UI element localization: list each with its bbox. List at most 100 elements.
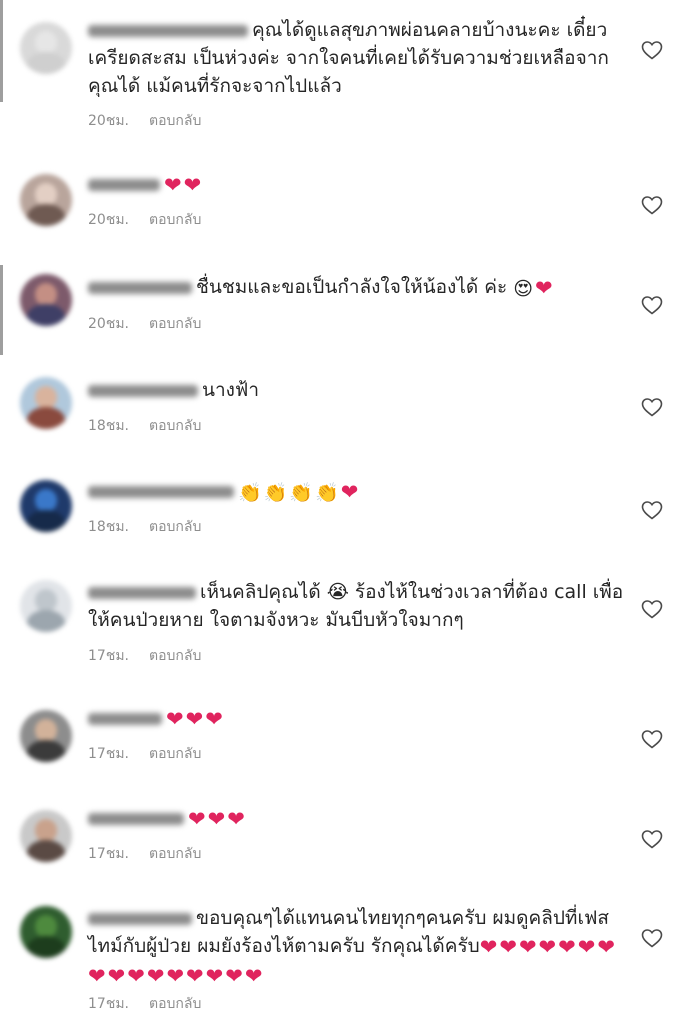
comment-meta: 17ชม. ตอบกลับ bbox=[88, 843, 201, 865]
reply-button[interactable]: ตอบกลับ bbox=[149, 418, 201, 434]
heart-emoji-icon: ❤ bbox=[127, 964, 145, 988]
reply-button[interactable]: ตอบกลับ bbox=[149, 746, 201, 762]
emoji-text: 😍❤ bbox=[513, 276, 554, 300]
heart-emoji-icon: ❤ bbox=[499, 935, 517, 959]
comment-time: 20ชม. bbox=[88, 113, 129, 129]
comment-body: นางฟ้า bbox=[88, 376, 633, 404]
heart-like-icon[interactable] bbox=[640, 395, 664, 419]
comment-body: ❤❤❤ bbox=[88, 804, 633, 833]
heart-emoji-icon: ❤ bbox=[205, 707, 223, 731]
heart-emoji-icon: ❤ bbox=[597, 935, 615, 959]
username-blurred[interactable] bbox=[88, 812, 184, 825]
comment-time: 18ชม. bbox=[88, 418, 129, 434]
comment-time: 17ชม. bbox=[88, 996, 129, 1012]
heart-like-icon[interactable] bbox=[640, 827, 664, 851]
comment-time: 20ชม. bbox=[88, 316, 129, 332]
heart-like-icon[interactable] bbox=[640, 926, 664, 950]
comment-time: 18ชม. bbox=[88, 519, 129, 535]
heart-emoji-icon: ❤ bbox=[518, 935, 537, 959]
emoji-icon: 👏 bbox=[263, 482, 288, 504]
comment-text: นางฟ้า bbox=[202, 379, 260, 401]
comment-list: คุณได้ดูแลสุขภาพผ่อนคลายบ้างนะคะ เดี๋ยวเ… bbox=[0, 0, 698, 1024]
avatar[interactable] bbox=[20, 580, 72, 632]
avatar[interactable] bbox=[20, 377, 72, 429]
reply-button[interactable]: ตอบกลับ bbox=[149, 648, 201, 664]
avatar[interactable] bbox=[20, 274, 72, 326]
comment-body: ชื่นชมและขอเป็นกำลังใจให้น้องได้ ค่ะ 😍❤ bbox=[88, 273, 633, 303]
heart-emoji-icon: ❤ bbox=[166, 964, 185, 988]
heart-like-icon[interactable] bbox=[640, 597, 664, 621]
username-blurred[interactable] bbox=[88, 485, 234, 498]
heart-like-icon[interactable] bbox=[640, 193, 664, 217]
reply-button[interactable]: ตอบกลับ bbox=[149, 113, 201, 129]
emoji-icon: 👏 bbox=[238, 482, 262, 504]
emoji-icon: 👏 bbox=[315, 482, 339, 504]
reply-button[interactable]: ตอบกลับ bbox=[149, 212, 201, 228]
username-blurred[interactable] bbox=[88, 24, 248, 37]
comment-body: เห็นคลิปคุณได้ 😭 ร้องไห้ในช่วงเวลาที่ต้อ… bbox=[88, 578, 633, 634]
comment-meta: 17ชม. ตอบกลับ bbox=[88, 993, 201, 1015]
avatar[interactable] bbox=[20, 22, 72, 74]
heart-emoji-icon: ❤ bbox=[205, 964, 224, 988]
username-blurred[interactable] bbox=[88, 586, 196, 599]
comment-meta: 18ชม. ตอบกลับ bbox=[88, 415, 201, 437]
heart-emoji-icon: ❤ bbox=[577, 935, 596, 959]
comment-meta: 20ชม. ตอบกลับ bbox=[88, 209, 201, 231]
avatar[interactable] bbox=[20, 710, 72, 762]
comment-time: 17ชม. bbox=[88, 846, 129, 862]
comment-time: 20ชม. bbox=[88, 212, 129, 228]
emoji-text: ❤❤❤ bbox=[166, 707, 225, 731]
emoji-icon: 👏 bbox=[289, 482, 314, 504]
comment-body: 👏 👏 👏 👏❤ bbox=[88, 477, 633, 507]
reply-button[interactable]: ตอบกลับ bbox=[149, 996, 201, 1012]
heart-emoji-icon: ❤ bbox=[558, 935, 576, 959]
comment-time: 17ชม. bbox=[88, 746, 129, 762]
heart-emoji-icon: ❤ bbox=[185, 707, 204, 731]
thread-indicator bbox=[0, 265, 3, 355]
reply-button[interactable]: ตอบกลับ bbox=[149, 316, 201, 332]
username-blurred[interactable] bbox=[88, 281, 192, 294]
comment-meta: 20ชม. ตอบกลับ bbox=[88, 110, 201, 132]
emoji-text: ❤❤❤ bbox=[188, 807, 247, 831]
comment-body: คุณได้ดูแลสุขภาพผ่อนคลายบ้างนะคะ เดี๋ยวเ… bbox=[88, 16, 633, 100]
username-blurred[interactable] bbox=[88, 912, 192, 925]
emoji-icon: 😍 bbox=[513, 278, 534, 300]
heart-emoji-icon: ❤ bbox=[538, 935, 557, 959]
reply-button[interactable]: ตอบกลับ bbox=[149, 846, 201, 862]
comment-meta: 17ชม. ตอบกลับ bbox=[88, 645, 201, 667]
heart-emoji-icon: ❤ bbox=[88, 964, 106, 988]
comment-time: 17ชม. bbox=[88, 648, 129, 664]
heart-emoji-icon: ❤ bbox=[186, 964, 204, 988]
username-blurred[interactable] bbox=[88, 178, 160, 191]
heart-like-icon[interactable] bbox=[640, 498, 664, 522]
avatar[interactable] bbox=[20, 480, 72, 532]
heart-emoji-icon: ❤ bbox=[535, 276, 553, 300]
comment-text: ชื่นชมและขอเป็นกำลังใจให้น้องได้ ค่ะ bbox=[196, 276, 508, 298]
avatar[interactable] bbox=[20, 810, 72, 862]
heart-like-icon[interactable] bbox=[640, 38, 664, 62]
username-blurred[interactable] bbox=[88, 384, 198, 397]
heart-emoji-icon: ❤ bbox=[207, 807, 226, 831]
heart-emoji-icon: ❤ bbox=[225, 964, 243, 988]
reply-button[interactable]: ตอบกลับ bbox=[149, 519, 201, 535]
heart-like-icon[interactable] bbox=[640, 293, 664, 317]
avatar[interactable] bbox=[20, 174, 72, 226]
heart-emoji-icon: ❤ bbox=[146, 964, 165, 988]
heart-emoji-icon: ❤ bbox=[164, 173, 182, 197]
thread-indicator bbox=[0, 0, 3, 102]
heart-like-icon[interactable] bbox=[640, 727, 664, 751]
heart-emoji-icon: ❤ bbox=[107, 964, 126, 988]
avatar[interactable] bbox=[20, 906, 72, 958]
comment-meta: 20ชม. ตอบกลับ bbox=[88, 313, 201, 335]
heart-emoji-icon: ❤ bbox=[244, 964, 263, 988]
heart-emoji-icon: ❤ bbox=[183, 173, 202, 197]
heart-emoji-icon: ❤ bbox=[188, 807, 206, 831]
heart-emoji-icon: ❤ bbox=[479, 935, 498, 959]
comment-body: ❤❤❤ bbox=[88, 704, 633, 733]
comment-body: ❤❤ bbox=[88, 170, 633, 199]
emoji-text: 👏 👏 👏 👏❤ bbox=[238, 480, 360, 504]
heart-emoji-icon: ❤ bbox=[166, 707, 184, 731]
emoji-text: ❤❤ bbox=[164, 173, 203, 197]
comment-body: ขอบคุณๆได้แทนคนไทยทุกๆคนครับ ผมดูคลิปที่… bbox=[88, 904, 633, 990]
username-blurred[interactable] bbox=[88, 712, 162, 725]
